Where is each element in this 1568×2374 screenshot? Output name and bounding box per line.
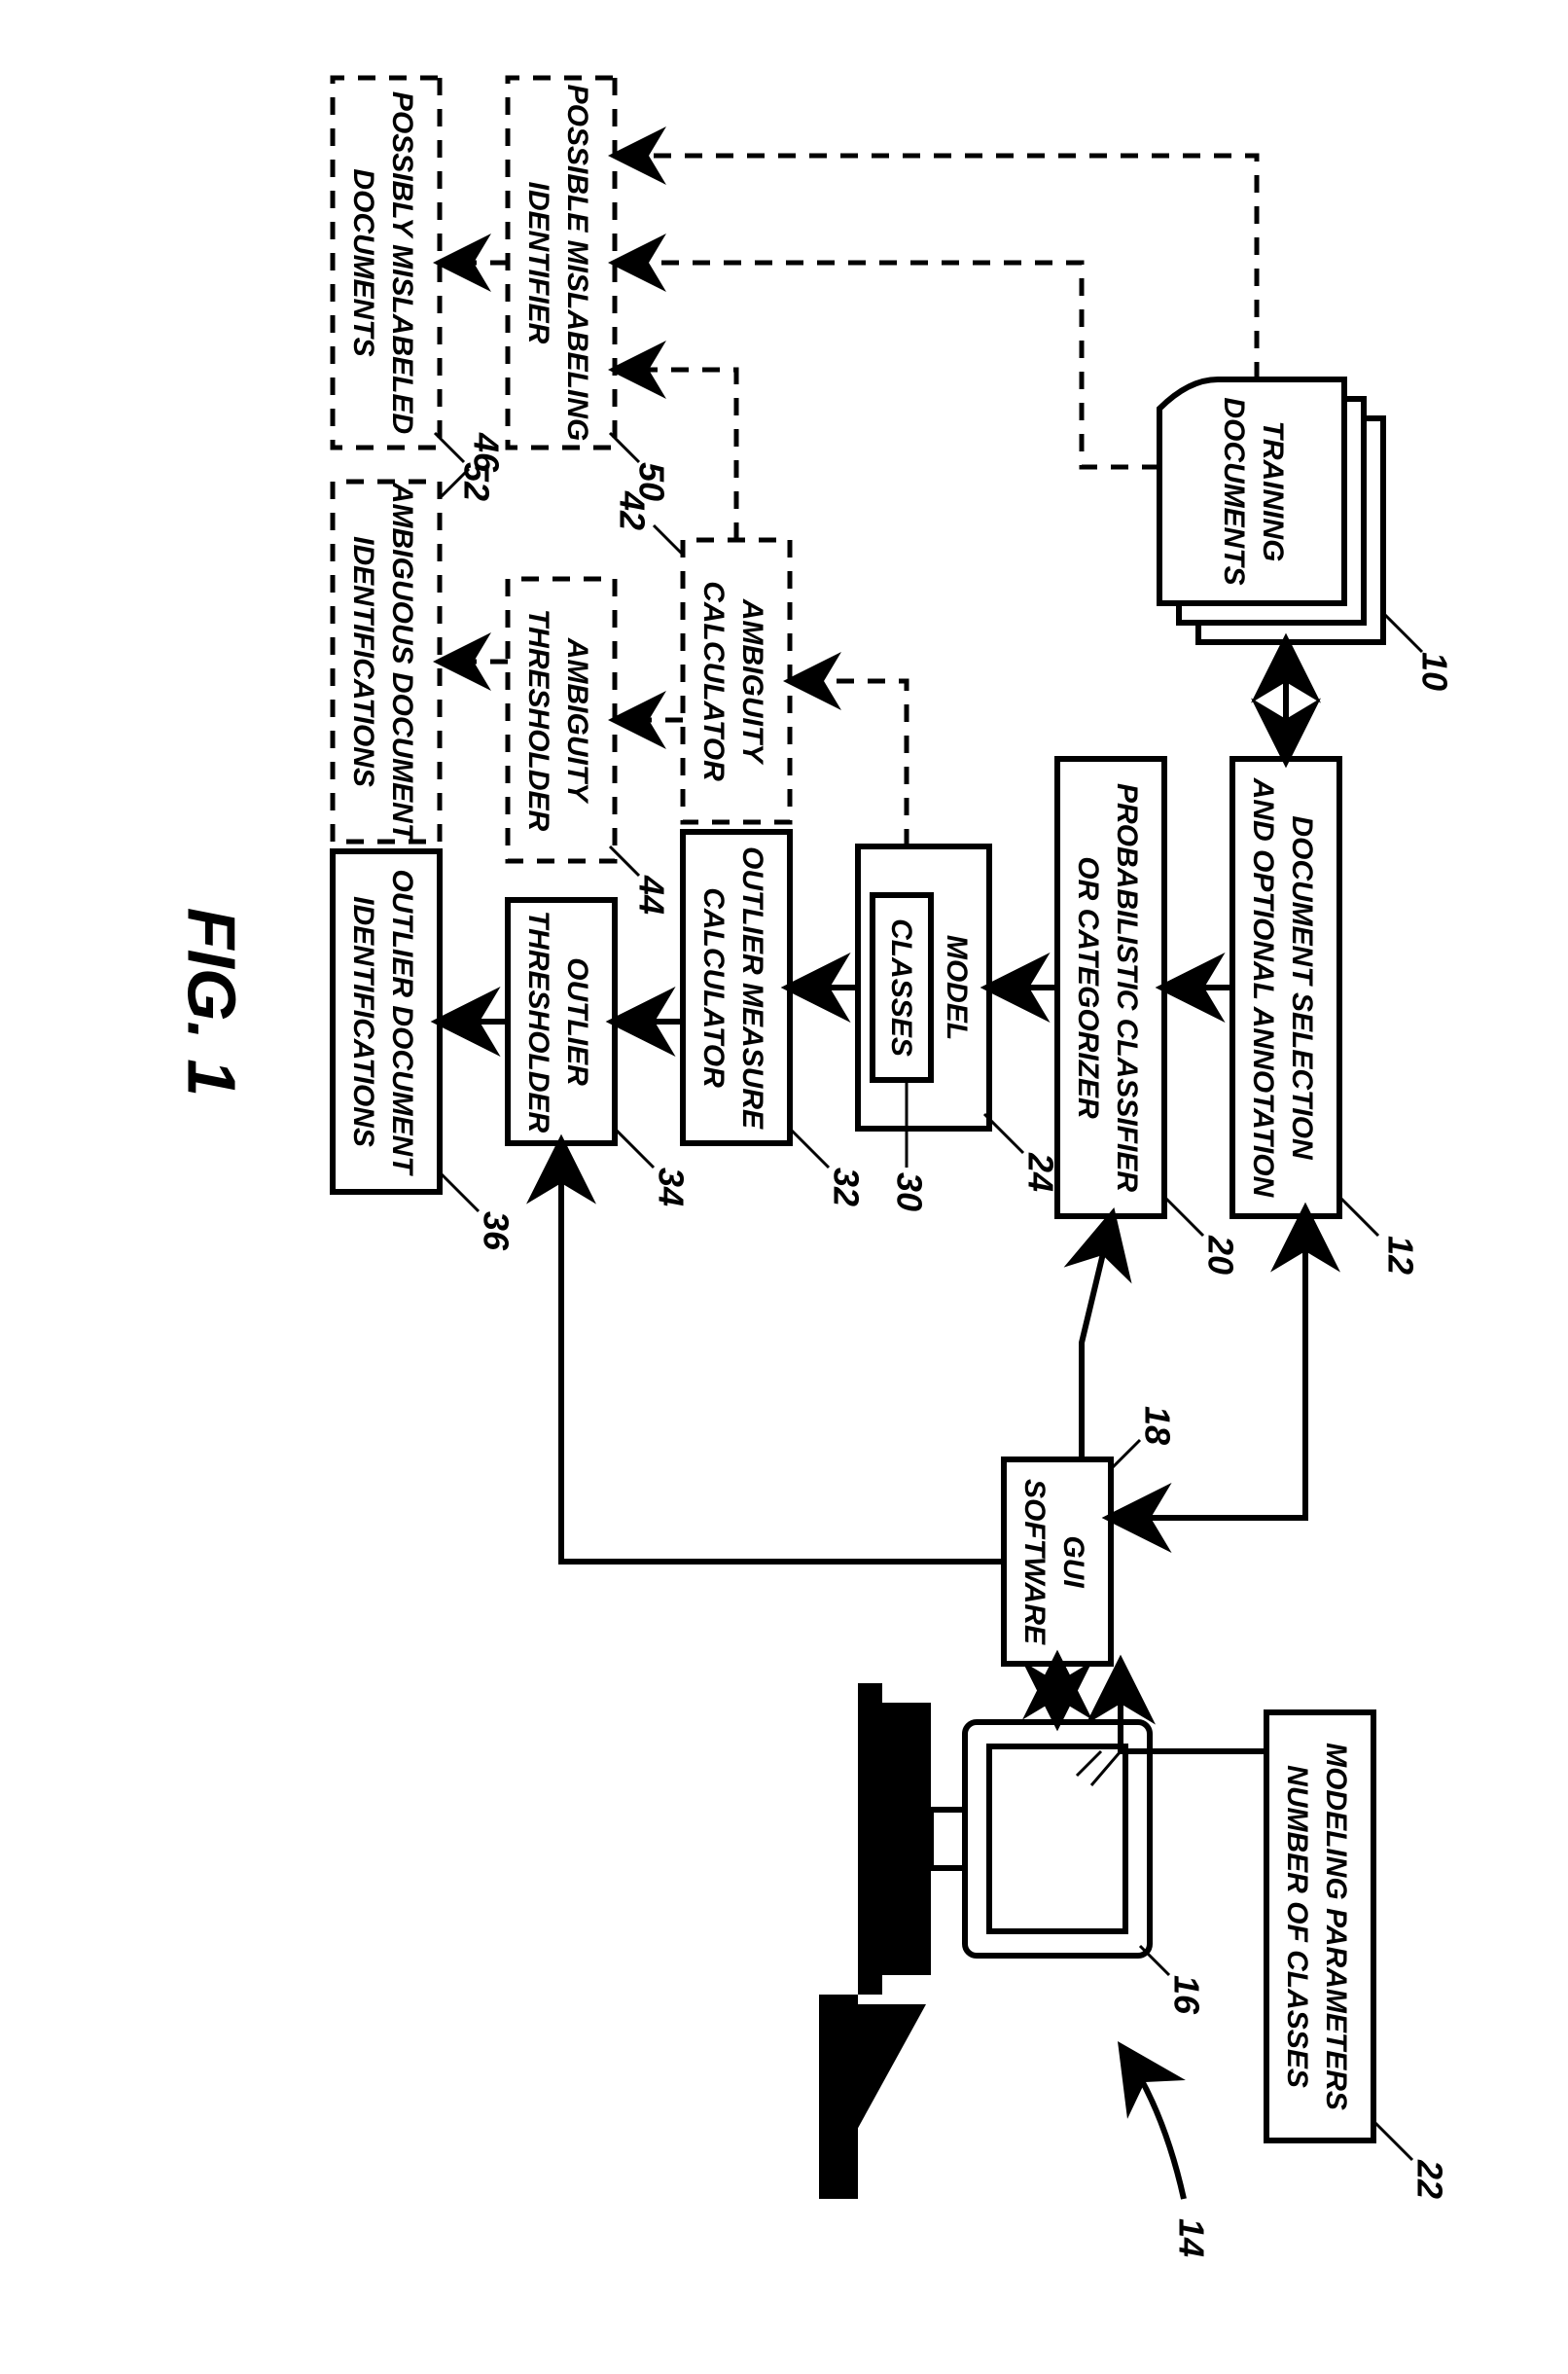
ambiguity-calc-l2: CALCULATOR (697, 581, 730, 781)
training-documents-text-l1: TRAINING (1257, 421, 1289, 562)
figure-1-diagram: TRAINING DOCUMENTS 10 DOCUMENT SELECTION… (0, 0, 1568, 2374)
ref-36: 36 (476, 1211, 516, 1251)
ambiguous-ids-l1: AMBIGUOUS DOCUMENT (386, 482, 418, 844)
ref-14: 14 (1171, 2218, 1211, 2257)
possibly-mislabeled-l1: POSSIBLY MISLABELED (386, 91, 418, 434)
ref-50: 50 (631, 462, 671, 501)
prob-classifier-l2: OR CATEGORIZER (1072, 856, 1104, 1119)
classes-l1: CLASSES (885, 918, 917, 1057)
modeling-params-l1: MODELING PARAMETERS (1320, 1743, 1352, 2110)
ref-20: 20 (1200, 1235, 1240, 1275)
ref-22: 22 (1409, 2159, 1449, 2199)
ref-32: 32 (826, 1168, 866, 1206)
prob-classifier-l1: PROBABILISTIC CLASSIFIER (1111, 783, 1143, 1192)
ambiguity-threshold-l1: AMBIGUITY (561, 637, 593, 805)
ref-18: 18 (1137, 1406, 1177, 1445)
ref-30: 30 (889, 1172, 929, 1211)
gui-software-l2: SOFTWARE (1018, 1479, 1051, 1645)
possible-mislabeling-l1: POSSIBLE MISLABELING (561, 85, 593, 442)
computer-icon (819, 1683, 1150, 2199)
ref-12: 12 (1380, 1236, 1420, 1275)
figure-label: FIG. 1 (174, 908, 250, 1097)
outlier-ids-l2: IDENTIFICATIONS (347, 896, 379, 1147)
ref-10: 10 (1414, 652, 1454, 691)
ref-44: 44 (631, 875, 671, 915)
ref-52: 52 (456, 462, 496, 501)
ref-24: 24 (1020, 1152, 1060, 1192)
doc-selection-l2: AND OPTIONAL ANNOTATION (1247, 777, 1279, 1199)
training-documents-block: TRAINING DOCUMENTS (1159, 379, 1383, 642)
ambiguous-ids-l2: IDENTIFICATIONS (347, 536, 379, 787)
training-documents-text-l2: DOCUMENTS (1218, 397, 1250, 585)
gui-software-l1: GUI (1057, 1535, 1089, 1588)
outlier-threshold-l1: OUTLIER (561, 957, 593, 1086)
doc-selection-l1: DOCUMENT SELECTION (1286, 815, 1318, 1161)
model-l1: MODEL (941, 935, 973, 1040)
outlier-ids-l1: OUTLIER DOCUMENT (386, 869, 418, 1176)
ref-34: 34 (651, 1168, 691, 1206)
ambiguity-threshold-l2: THRESHOLDER (522, 609, 554, 832)
outlier-measure-l2: CALCULATOR (697, 887, 730, 1088)
outlier-threshold-l2: THRESHOLDER (522, 911, 554, 1133)
ref-16: 16 (1166, 1975, 1206, 2015)
possible-mislabeling-l2: IDENTIFIER (522, 182, 554, 344)
ambiguity-calc-l1: AMBIGUITY (736, 598, 768, 766)
possibly-mislabeled-l2: DOCUMENTS (347, 168, 379, 356)
modeling-params-l2: NUMBER OF CLASSES (1281, 1765, 1313, 2088)
outlier-measure-l1: OUTLIER MEASURE (736, 846, 768, 1130)
